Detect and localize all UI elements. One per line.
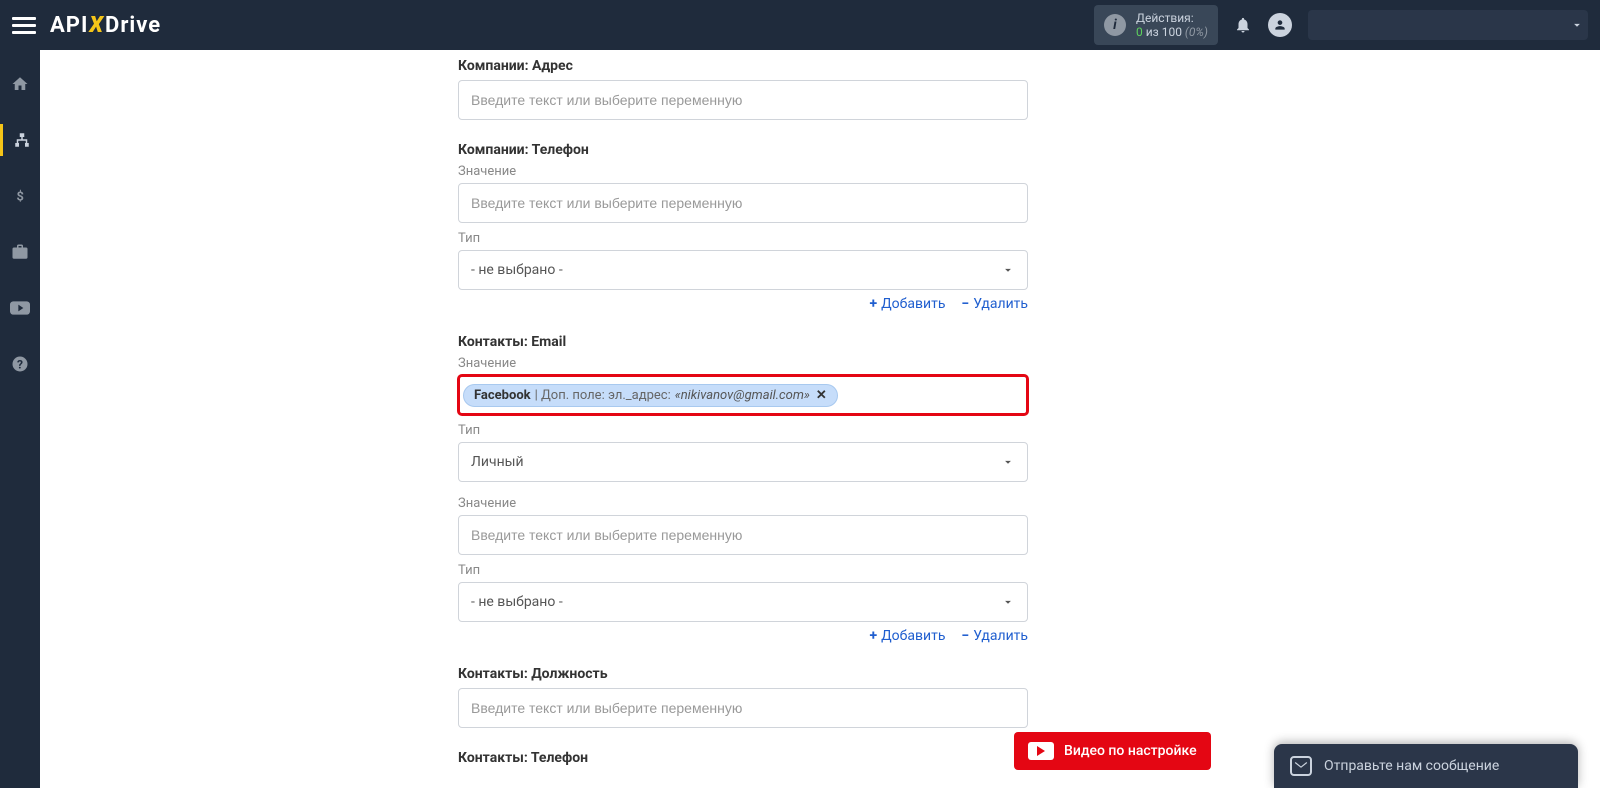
actions-badge[interactable]: i Действия: 0 из 100 (0%): [1094, 5, 1218, 45]
chevron-down-icon: [1001, 595, 1015, 609]
contacts-position-label: Контакты: Должность: [458, 658, 1028, 682]
tag-sep: | Доп. поле: эл._адрес:: [535, 388, 671, 403]
type-sublabel-2: Тип: [458, 423, 1028, 438]
actions-stats: 0 из 100 (0%): [1136, 25, 1208, 39]
value-sublabel: Значение: [458, 164, 1028, 179]
chevron-down-icon: [1001, 455, 1015, 469]
value-sublabel-3: Значение: [458, 496, 1028, 511]
topbar-right: i Действия: 0 из 100 (0%): [1094, 5, 1588, 45]
add-button[interactable]: +Добавить: [869, 296, 945, 312]
add-button[interactable]: +Добавить: [869, 628, 945, 644]
contacts-email-value2-input[interactable]: [458, 515, 1028, 555]
main-panel: Компании: Адрес Компании: Телефон Значен…: [40, 50, 1600, 788]
email-tag-chip[interactable]: Facebook | Доп. поле: эл._адрес: «nikiva…: [463, 384, 838, 407]
company-phone-value-input[interactable]: [458, 183, 1028, 223]
dollar-icon[interactable]: $: [0, 180, 40, 212]
logo-api: API: [50, 13, 88, 38]
value-sublabel-2: Значение: [458, 356, 1028, 371]
bell-icon[interactable]: [1234, 16, 1252, 34]
tag-source: Facebook: [474, 388, 531, 403]
type-sublabel: Тип: [458, 231, 1028, 246]
svg-text:$: $: [17, 190, 24, 205]
company-address-label: Компании: Адрес: [458, 50, 1028, 74]
sidebar: $ ?: [0, 50, 40, 788]
select-value: - не выбрано -: [471, 262, 563, 278]
logo-x: X: [89, 13, 104, 38]
company-address-input[interactable]: [458, 80, 1028, 120]
chevron-down-icon: [1001, 263, 1015, 277]
help-icon[interactable]: ?: [0, 348, 40, 380]
delete-button[interactable]: −Удалить: [961, 628, 1028, 644]
select-value: - не выбрано -: [471, 594, 563, 610]
contacts-email-label: Контакты: Email: [458, 326, 1028, 350]
logo[interactable]: API X Drive: [50, 13, 161, 38]
actions-label: Действия:: [1136, 11, 1208, 25]
avatar-icon[interactable]: [1268, 13, 1292, 37]
company-phone-label: Компании: Телефон: [458, 134, 1028, 158]
type-sublabel-3: Тип: [458, 563, 1028, 578]
menu-icon[interactable]: [12, 13, 36, 37]
contacts-email-value-input[interactable]: Facebook | Доп. поле: эл._адрес: «nikiva…: [458, 375, 1028, 415]
contacts-position-input[interactable]: [458, 688, 1028, 728]
info-icon: i: [1104, 14, 1126, 36]
svg-text:?: ?: [17, 358, 23, 372]
youtube-play-icon: [1028, 742, 1054, 760]
youtube-icon[interactable]: [0, 292, 40, 324]
remove-tag-icon[interactable]: ✕: [816, 388, 827, 403]
sitemap-icon[interactable]: [0, 124, 40, 156]
video-button-label: Видео по настройке: [1064, 743, 1197, 759]
contacts-phone-label: Контакты: Телефон: [458, 742, 1028, 766]
company-phone-type-select[interactable]: - не выбрано -: [458, 250, 1028, 290]
topbar: API X Drive i Действия: 0 из 100 (0%): [0, 0, 1600, 50]
mail-icon: [1290, 756, 1312, 776]
contacts-email-type2-select[interactable]: - не выбрано -: [458, 582, 1028, 622]
chat-label: Отправьте нам сообщение: [1324, 758, 1499, 774]
form-container: Компании: Адрес Компании: Телефон Значен…: [458, 50, 1028, 788]
briefcase-icon[interactable]: [0, 236, 40, 268]
contacts-email-type-select[interactable]: Личный: [458, 442, 1028, 482]
tag-value: «nikivanov@gmail.com»: [675, 388, 810, 403]
home-icon[interactable]: [0, 68, 40, 100]
chevron-down-icon[interactable]: [1570, 18, 1584, 32]
chat-widget[interactable]: Отправьте нам сообщение: [1274, 744, 1578, 788]
video-tutorial-button[interactable]: Видео по настройке: [1014, 732, 1211, 770]
username-dropdown[interactable]: [1308, 10, 1588, 40]
logo-drive: Drive: [105, 13, 161, 38]
delete-button[interactable]: −Удалить: [961, 296, 1028, 312]
select-value: Личный: [471, 454, 524, 470]
